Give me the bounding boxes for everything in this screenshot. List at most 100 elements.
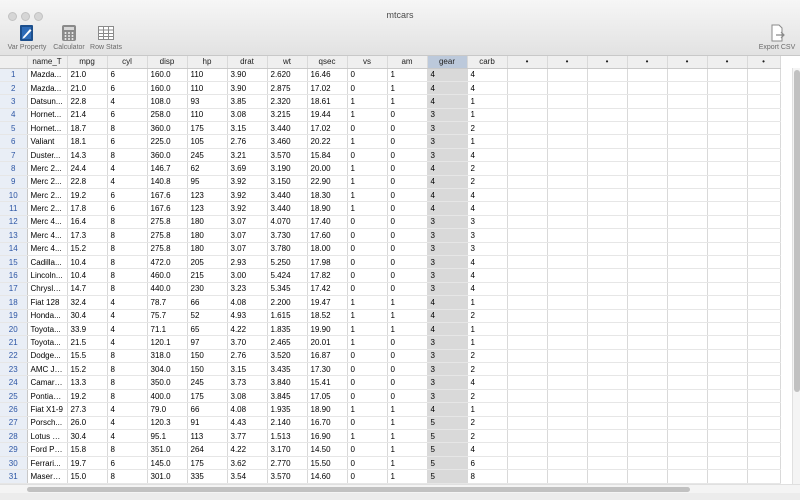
table-cell[interactable]: 4 <box>467 81 508 96</box>
table-cell[interactable]: 0 <box>387 389 428 404</box>
table-cell[interactable]: 17.8 <box>67 201 108 216</box>
table-cell[interactable]: 3.07 <box>227 242 268 256</box>
table-cell[interactable] <box>747 201 781 216</box>
table-cell[interactable]: 360.0 <box>147 121 188 136</box>
table-cell[interactable]: 8 <box>107 255 148 270</box>
table-cell[interactable]: 167.6 <box>147 201 188 216</box>
table-cell[interactable]: 3.90 <box>227 68 268 82</box>
table-cell[interactable]: 14.60 <box>307 469 348 484</box>
table-cell[interactable]: 0 <box>387 201 428 216</box>
table-cell[interactable]: Dodge... <box>27 349 68 364</box>
table-cell[interactable]: 1 <box>467 335 508 350</box>
table-cell[interactable] <box>707 442 748 457</box>
table-cell[interactable]: 180 <box>187 215 228 230</box>
table-cell[interactable] <box>587 456 628 471</box>
row-number[interactable]: 15 <box>0 255 28 270</box>
table-cell[interactable]: 4 <box>107 322 148 337</box>
table-cell[interactable]: 0 <box>387 335 428 350</box>
row-number[interactable]: 23 <box>0 362 28 377</box>
table-cell[interactable]: 18.00 <box>307 242 348 256</box>
row-number[interactable]: 22 <box>0 349 28 364</box>
table-cell[interactable]: 2.76 <box>227 349 268 364</box>
table-cell[interactable]: 27.3 <box>67 402 108 417</box>
column-header[interactable]: vs <box>347 56 388 69</box>
table-cell[interactable]: Ferrari... <box>27 456 68 471</box>
table-cell[interactable]: 3 <box>467 242 508 256</box>
table-cell[interactable]: 3.150 <box>267 175 308 190</box>
table-cell[interactable]: 1 <box>387 81 428 96</box>
table-cell[interactable]: 3.21 <box>227 148 268 163</box>
table-cell[interactable] <box>667 322 708 337</box>
table-cell[interactable]: 78.7 <box>147 295 188 310</box>
table-cell[interactable]: 2.875 <box>267 81 308 96</box>
table-cell[interactable] <box>587 295 628 310</box>
table-cell[interactable]: 66 <box>187 295 228 310</box>
table-cell[interactable]: 3.73 <box>227 375 268 390</box>
table-cell[interactable] <box>667 68 708 82</box>
table-cell[interactable]: 113 <box>187 429 228 444</box>
table-cell[interactable] <box>507 201 548 216</box>
table-cell[interactable]: 0 <box>387 268 428 283</box>
calculator-button[interactable]: Calculator <box>51 24 87 51</box>
table-cell[interactable]: 2 <box>467 121 508 136</box>
table-cell[interactable] <box>747 469 781 484</box>
table-cell[interactable]: 3 <box>427 335 468 350</box>
table-cell[interactable] <box>627 282 668 297</box>
table-cell[interactable]: 8 <box>107 228 148 243</box>
table-cell[interactable]: 1 <box>467 94 508 109</box>
table-cell[interactable] <box>667 255 708 270</box>
table-cell[interactable]: 5 <box>427 469 468 484</box>
table-cell[interactable]: 0 <box>387 362 428 377</box>
table-cell[interactable] <box>627 148 668 163</box>
table-cell[interactable]: 4 <box>427 201 468 216</box>
table-cell[interactable] <box>747 68 781 82</box>
table-cell[interactable]: Ford Pa... <box>27 442 68 457</box>
table-cell[interactable]: Fiat 128 <box>27 295 68 310</box>
table-cell[interactable] <box>547 68 588 82</box>
table-cell[interactable]: 2.93 <box>227 255 268 270</box>
table-cell[interactable] <box>707 322 748 337</box>
table-cell[interactable]: 16.4 <box>67 215 108 230</box>
table-cell[interactable] <box>747 362 781 377</box>
table-cell[interactable] <box>667 121 708 136</box>
table-cell[interactable]: 301.0 <box>147 469 188 484</box>
table-cell[interactable] <box>667 201 708 216</box>
table-cell[interactable]: 3 <box>427 242 468 256</box>
table-cell[interactable] <box>707 456 748 471</box>
table-cell[interactable]: 351.0 <box>147 442 188 457</box>
table-cell[interactable]: 440.0 <box>147 282 188 297</box>
table-cell[interactable]: 180 <box>187 242 228 256</box>
table-cell[interactable]: 91 <box>187 416 228 431</box>
table-cell[interactable] <box>707 242 748 256</box>
table-cell[interactable] <box>547 429 588 444</box>
table-cell[interactable] <box>707 201 748 216</box>
table-cell[interactable] <box>747 375 781 390</box>
table-cell[interactable] <box>747 389 781 404</box>
table-cell[interactable] <box>507 416 548 431</box>
table-cell[interactable] <box>547 335 588 350</box>
table-cell[interactable]: Duster... <box>27 148 68 163</box>
table-cell[interactable]: 62 <box>187 161 228 176</box>
table-cell[interactable]: 0 <box>387 175 428 190</box>
table-cell[interactable]: 8 <box>107 469 148 484</box>
table-cell[interactable]: 2.770 <box>267 456 308 471</box>
table-cell[interactable]: 4 <box>107 429 148 444</box>
table-cell[interactable] <box>707 375 748 390</box>
table-cell[interactable]: 4 <box>467 282 508 297</box>
column-header[interactable]: • <box>587 56 628 69</box>
table-cell[interactable] <box>587 188 628 203</box>
table-cell[interactable] <box>547 416 588 431</box>
table-cell[interactable] <box>747 161 781 176</box>
table-cell[interactable]: 1.835 <box>267 322 308 337</box>
table-cell[interactable]: 0 <box>347 121 388 136</box>
table-cell[interactable]: 22.90 <box>307 175 348 190</box>
table-cell[interactable] <box>507 442 548 457</box>
table-cell[interactable]: 3.215 <box>267 108 308 123</box>
table-cell[interactable]: 5.250 <box>267 255 308 270</box>
table-cell[interactable]: 15.0 <box>67 469 108 484</box>
table-cell[interactable]: 10.4 <box>67 255 108 270</box>
table-cell[interactable] <box>627 175 668 190</box>
horizontal-scrollbar[interactable] <box>0 484 800 493</box>
table-cell[interactable]: 4.08 <box>227 295 268 310</box>
table-cell[interactable] <box>627 295 668 310</box>
